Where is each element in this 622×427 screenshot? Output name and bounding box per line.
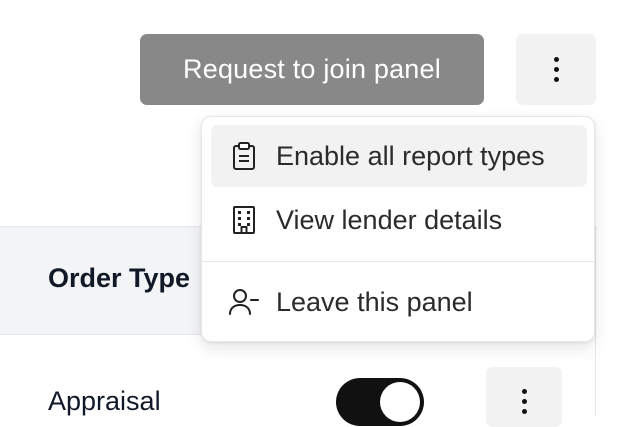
menu-item-view-lender-details[interactable]: View lender details <box>211 189 587 251</box>
actions-dropdown-menu: Enable all report types View lender deta… <box>201 116 595 342</box>
table-border <box>595 226 596 416</box>
row-enabled-toggle[interactable] <box>336 378 424 426</box>
kebab-vertical-icon <box>521 389 527 427</box>
menu-item-leave-panel[interactable]: Leave this panel <box>211 271 587 333</box>
clipboard-icon <box>228 140 260 172</box>
row-more-button[interactable] <box>486 367 562 427</box>
menu-item-label: Leave this panel <box>276 286 473 317</box>
menu-item-enable-report-types[interactable]: Enable all report types <box>211 125 587 187</box>
menu-item-label: View lender details <box>276 204 503 235</box>
building-icon <box>228 204 260 236</box>
more-actions-button[interactable] <box>516 34 596 105</box>
user-minus-icon <box>228 286 260 318</box>
row-order-type-label: Appraisal <box>48 386 161 416</box>
menu-item-label: Enable all report types <box>276 140 545 171</box>
column-header-order-type: Order Type <box>48 263 191 293</box>
kebab-vertical-icon <box>553 57 559 82</box>
request-join-panel-button[interactable]: Request to join panel <box>140 34 484 105</box>
menu-divider <box>202 261 594 262</box>
toggle-knob <box>380 382 420 422</box>
